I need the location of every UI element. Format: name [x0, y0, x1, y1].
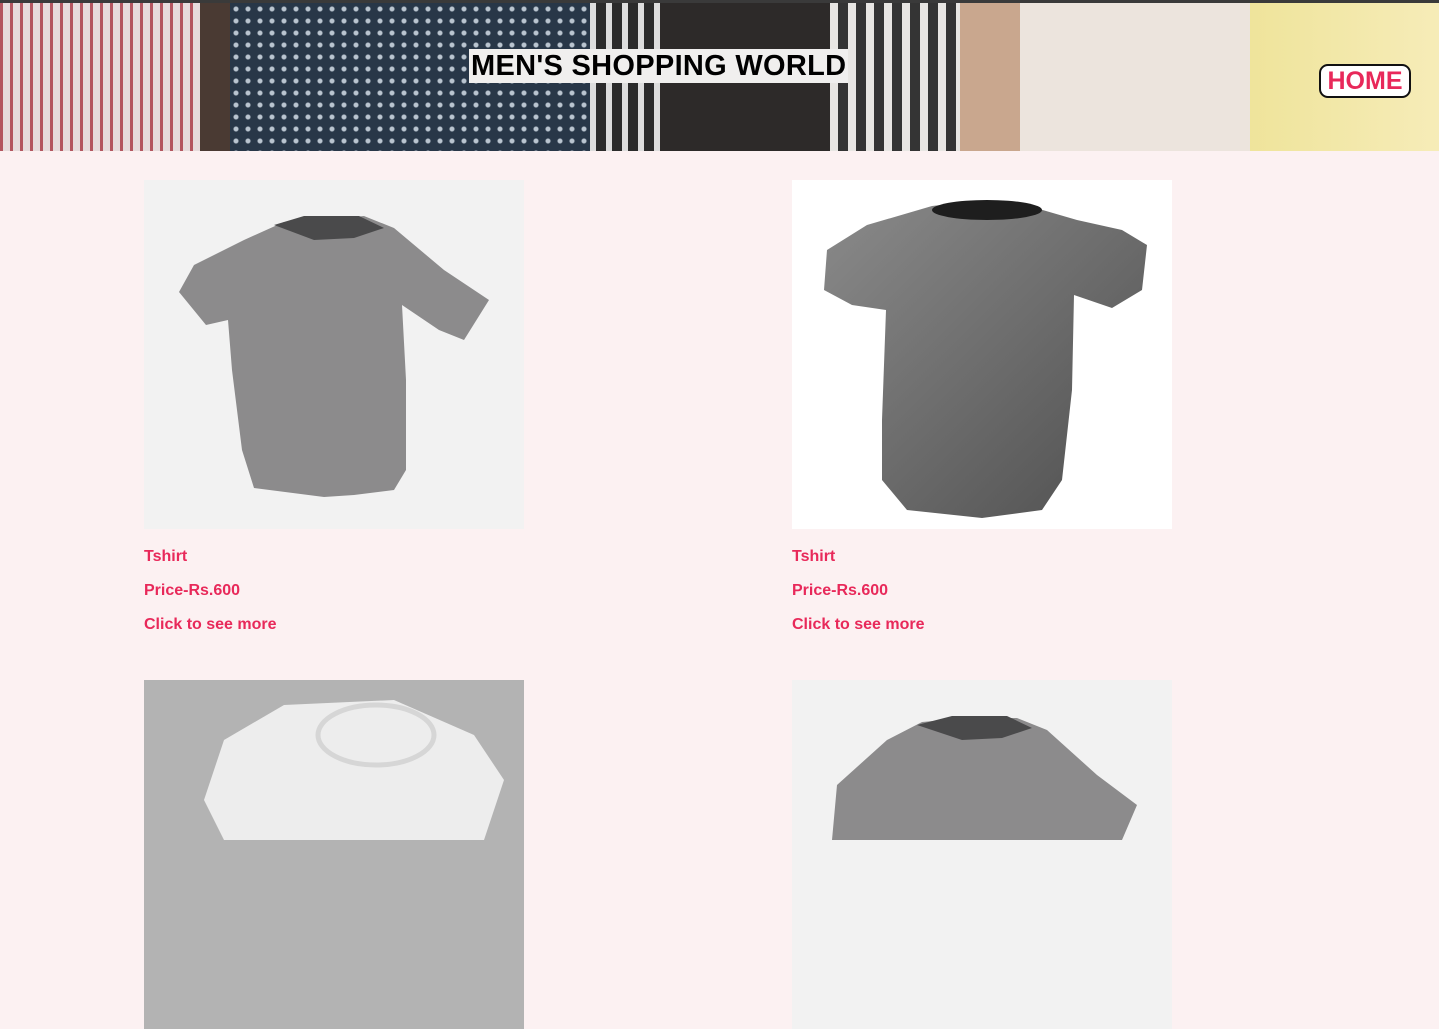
- product-image[interactable]: [144, 680, 524, 1029]
- product-image[interactable]: [144, 180, 524, 529]
- product-price: Price-Rs.600: [144, 582, 241, 599]
- tshirt-image: [179, 216, 489, 497]
- product-card: Tshirt Price-Rs.600 Click to see more: [144, 180, 524, 650]
- banner-shirt-plaid-red: [0, 3, 200, 151]
- product-price: Price-Rs.600: [792, 582, 889, 599]
- product-card: [792, 680, 1172, 1029]
- product-card: [144, 680, 524, 1029]
- banner-arm-2: [960, 3, 1020, 151]
- product-image[interactable]: [792, 680, 1172, 1029]
- product-card: Tshirt Price-Rs.600 Click to see more: [792, 180, 1172, 650]
- hero-banner: MEN'S SHOPPING WORLD HOME: [0, 3, 1439, 151]
- page-title: MEN'S SHOPPING WORLD: [469, 49, 849, 83]
- home-button[interactable]: HOME: [1319, 64, 1411, 98]
- tshirt-image: [832, 716, 1137, 840]
- banner-shirt-white: [1020, 3, 1250, 151]
- banner-shirt-flannel: [830, 3, 960, 151]
- banner-arm: [200, 3, 230, 151]
- tshirt-image: [824, 200, 1147, 518]
- tshirt-image: [204, 700, 504, 840]
- see-more-link[interactable]: Click to see more: [144, 616, 524, 634]
- product-name: Tshirt: [792, 548, 836, 565]
- product-name: Tshirt: [144, 548, 188, 565]
- product-image[interactable]: [792, 180, 1172, 529]
- see-more-link[interactable]: Click to see more: [792, 616, 1172, 634]
